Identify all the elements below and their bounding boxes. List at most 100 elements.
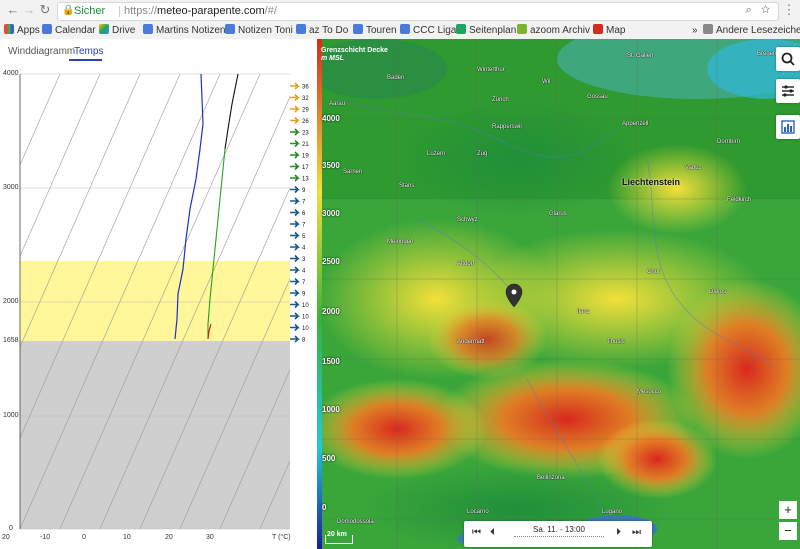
star-icon[interactable]: ☆ [761, 4, 770, 16]
place-label: Andermatt [457, 339, 485, 345]
place-label: Davos [709, 289, 727, 295]
x-tick-labels: 20 -10 0 10 20 30 T (°C) [2, 533, 291, 541]
search-button[interactable] [776, 47, 800, 71]
place-label: Altdorf [457, 261, 475, 267]
wind-arrow [290, 185, 300, 194]
menu-icon[interactable]: ⋮ [782, 3, 796, 17]
doc-icon [143, 24, 153, 34]
settings-button[interactable] [776, 79, 800, 103]
reload-icon[interactable]: ↻ [38, 3, 52, 17]
place-label: Domodossola [337, 519, 374, 525]
wind-speed-label: 9 [302, 188, 306, 194]
wind-arrow [290, 277, 300, 286]
x-tick: 30 [206, 534, 214, 541]
y-tick-labels: 4000 3000 2000 1000 0 1658 [3, 70, 19, 532]
wind-arrow [290, 128, 300, 136]
wind-speed-label: 10 [302, 326, 309, 332]
bookmark-azoom-archiv[interactable]: azoom Archiv [517, 24, 590, 38]
altitude-label: 500 [322, 454, 336, 463]
terrain-valley [397, 99, 637, 219]
zoom-in-button[interactable]: + [779, 501, 797, 519]
wind-speed-label: 4 [302, 246, 306, 252]
bookmark-other[interactable]: Andere Lesezeichen [703, 24, 800, 38]
wind-arrow [290, 197, 300, 205]
bookmarks-overflow[interactable]: » [692, 24, 698, 38]
zoom-out-button[interactable]: − [779, 522, 797, 540]
wind-speed-label: 7 [302, 223, 306, 229]
bookmark-seitenplan[interactable]: Seitenplan [456, 24, 516, 38]
secure-label: Sicher [74, 5, 106, 17]
place-label: Sarnen [343, 169, 363, 175]
x-tick: 0 [82, 534, 86, 541]
browser-toolbar: ← → ↻ 🔒 Sicher https://meteo-parapente.c… [0, 0, 800, 22]
wind-speed-label: 5 [302, 234, 306, 240]
url-host: meteo-parapente.com [157, 5, 265, 17]
drive-icon [99, 24, 109, 34]
bookmark-apps[interactable]: Apps [4, 24, 40, 38]
altitude-label: 1000 [322, 405, 340, 414]
x-tick: 20 [165, 534, 173, 541]
place-label: Rapperswil [492, 124, 522, 130]
wind-speed-label: 8 [302, 338, 306, 344]
place-label: Aarau [329, 101, 346, 107]
wind-speed-label: 21 [302, 142, 309, 148]
wind-arrow [290, 220, 300, 228]
zoom-icon[interactable]: ⌕ [746, 4, 752, 16]
last-frame-icon[interactable]: ⏭ [632, 527, 641, 538]
bookmark-label: Notizen Toni [238, 25, 293, 36]
back-icon[interactable]: ← [6, 3, 20, 17]
bookmark-az-to-do[interactable]: az To Do [296, 24, 348, 38]
place-label: Vaduz [685, 165, 702, 171]
place-label: Luzern [427, 151, 446, 157]
bookmark-calendar[interactable]: Calendar [42, 24, 96, 38]
wind-speed-label: 17 [302, 165, 309, 171]
place-label: Wil [542, 79, 551, 85]
wind-speed-label: 10 [302, 303, 309, 309]
bar-chart-icon [781, 120, 795, 134]
place-label: Mesocco [637, 389, 662, 395]
bookmark-martins-notizen[interactable]: Martins Notizen [143, 24, 225, 38]
chart-button[interactable] [776, 115, 800, 139]
overflow-label: » [692, 25, 698, 36]
bookmark-map[interactable]: Map [593, 24, 625, 38]
altitude-label: 2500 [322, 257, 340, 266]
previous-icon[interactable]: ⏴ [490, 527, 495, 538]
bookmark-touren[interactable]: Touren [353, 24, 397, 38]
first-frame-icon[interactable]: ⏮ [472, 527, 481, 538]
wind-speed-label: 4 [302, 269, 306, 275]
bookmark-label: CCC Liga [413, 25, 457, 36]
y-tick: 0 [9, 525, 13, 532]
bookmark-label: Touren [366, 25, 397, 36]
altitude-label: 0 [322, 503, 327, 512]
next-icon[interactable]: ⏵ [616, 527, 621, 538]
place-label: Bellinzona [537, 475, 565, 481]
url-path: /#/ [264, 5, 277, 17]
wind-speed-label: 26 [302, 119, 309, 125]
apps-icon [4, 24, 14, 34]
bookmark-notizen-toni[interactable]: Notizen Toni [225, 24, 293, 38]
search-icon [781, 52, 795, 66]
address-bar[interactable]: 🔒 Sicher https://meteo-parapente.com/#/ … [57, 2, 779, 21]
wind-speed-label: 6 [302, 211, 306, 217]
map-panel[interactable]: Grenzschicht Decke m MSL 4000 3500 3000 2… [317, 39, 800, 549]
wind-arrow [290, 162, 300, 171]
wind-arrow [290, 116, 300, 125]
doc-icon [353, 24, 363, 34]
forward-icon[interactable]: → [22, 3, 36, 17]
terrain-map[interactable] [317, 39, 800, 549]
folder-icon [703, 24, 713, 34]
bookmark-label: Map [606, 25, 626, 36]
wind-speed-label: 9 [302, 292, 306, 298]
wind-arrow [290, 93, 300, 102]
swiss-flag-icon [593, 24, 603, 34]
place-label: Meiringen [387, 239, 414, 245]
place-label: Locarno [467, 509, 489, 515]
doc-icon [296, 24, 306, 34]
legend-title-text: Grenzschicht Decke [321, 47, 388, 54]
place-label: Stans [399, 183, 415, 189]
browser-chrome: ← → ↻ 🔒 Sicher https://meteo-parapente.c… [0, 0, 800, 40]
bookmark-ccc-liga[interactable]: CCC Liga [400, 24, 456, 38]
bookmark-drive[interactable]: Drive [99, 24, 135, 38]
scale-label: 20 km [327, 531, 347, 538]
time-slider[interactable] [514, 536, 604, 540]
